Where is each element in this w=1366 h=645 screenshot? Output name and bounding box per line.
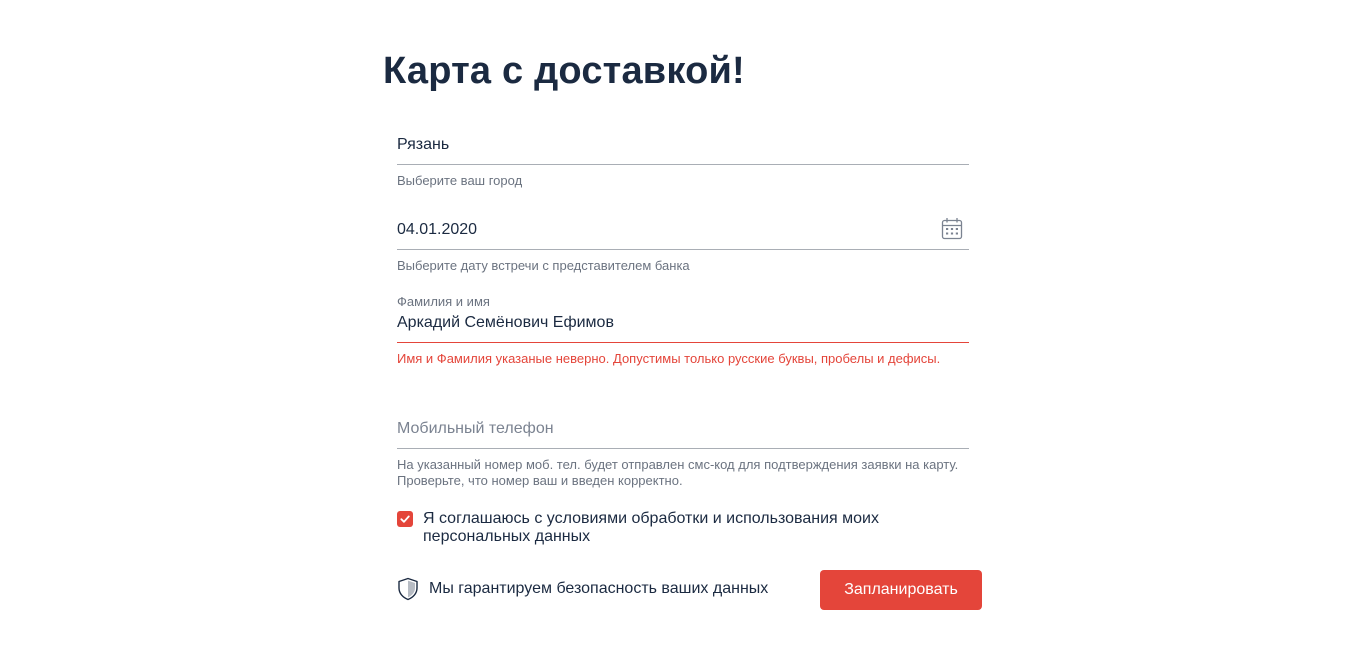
security-note: Мы гарантируем безопасность ваших данных <box>397 577 768 601</box>
name-error: Имя и Фамилия указаные неверно. Допустим… <box>397 351 941 366</box>
calendar-icon[interactable] <box>941 217 963 241</box>
name-label: Фамилия и имя <box>397 294 490 309</box>
phone-field[interactable]: Мобильный телефон На указанный номер моб… <box>397 418 969 489</box>
city-input[interactable]: Рязань <box>397 134 969 165</box>
city-hint: Выберите ваш город <box>397 173 523 188</box>
name-value: Аркадий Семёнович Ефимов <box>397 314 614 331</box>
phone-input[interactable]: Мобильный телефон <box>397 418 969 449</box>
name-input[interactable]: Аркадий Семёнович Ефимов <box>397 312 969 343</box>
date-hint: Выберите дату встречи с представителем б… <box>397 258 690 273</box>
agreement-label[interactable]: Я соглашаюсь с условиями обработки и исп… <box>423 510 923 546</box>
date-input[interactable]: 04.01.2020 <box>397 217 969 250</box>
phone-placeholder: Мобильный телефон <box>397 420 554 437</box>
checkmark-icon <box>400 515 410 523</box>
name-field[interactable]: Фамилия и имя Аркадий Семёнович Ефимов И… <box>397 294 969 367</box>
city-field[interactable]: Рязань Выберите ваш город <box>397 134 969 189</box>
card-delivery-page: Карта с доставкой! Рязань Выберите ваш г… <box>0 0 1366 645</box>
shield-icon <box>398 577 418 601</box>
city-value: Рязань <box>397 136 450 153</box>
phone-hint: На указанный номер моб. тел. будет отпра… <box>397 457 959 488</box>
date-value: 04.01.2020 <box>397 221 478 238</box>
agreement-row[interactable]: Я соглашаюсь с условиями обработки и исп… <box>397 510 957 546</box>
page-title: Карта с доставкой! <box>383 50 745 92</box>
schedule-button[interactable]: Запланировать <box>820 570 982 610</box>
agreement-checkbox[interactable] <box>397 511 413 527</box>
security-text: Мы гарантируем безопасность ваших данных <box>429 580 769 597</box>
date-field[interactable]: 04.01.2020 Выберите дату встречи с предс… <box>397 217 969 274</box>
